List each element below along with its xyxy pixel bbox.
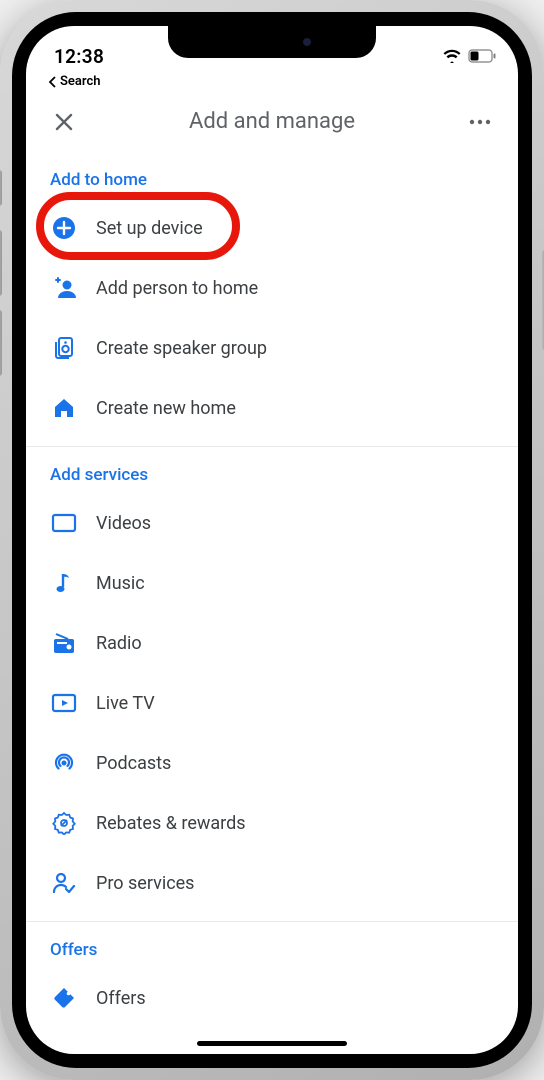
back-search-label: Search: [60, 74, 101, 89]
music-note-icon: [50, 569, 78, 597]
close-icon: [54, 112, 74, 132]
home-icon: [50, 394, 78, 422]
battery-icon: [468, 47, 496, 68]
menu-set-up-device[interactable]: Set up device: [26, 198, 518, 258]
menu-label: Music: [96, 573, 145, 594]
speaker-group-icon: [50, 334, 78, 362]
back-caret-icon: [48, 76, 58, 88]
menu-label: Rebates & rewards: [96, 813, 246, 834]
phone-frame: 12:38 Search Add and manage: [0, 0, 544, 1080]
status-icons: [442, 47, 496, 68]
video-icon: [50, 509, 78, 537]
volume-up-button: [0, 230, 2, 296]
back-to-search[interactable]: Search: [26, 70, 518, 95]
menu-add-person[interactable]: Add person to home: [26, 258, 518, 318]
menu-radio[interactable]: Radio: [26, 613, 518, 673]
menu-rebates[interactable]: Rebates & rewards: [26, 793, 518, 853]
silence-switch: [0, 170, 2, 206]
wifi-icon: [442, 47, 462, 68]
volume-down-button: [0, 310, 2, 376]
menu-label: Set up device: [96, 218, 203, 239]
menu-pro-services[interactable]: Pro services: [26, 853, 518, 913]
menu-label: Pro services: [96, 873, 194, 894]
more-button[interactable]: [464, 119, 496, 125]
section-offers: Offers: [26, 922, 518, 968]
menu-label: Add person to home: [96, 278, 258, 299]
menu-label: Videos: [96, 513, 151, 534]
menu-label: Offers: [96, 988, 146, 1009]
more-horizontal-icon: [469, 119, 491, 125]
menu-live-tv[interactable]: Live TV: [26, 673, 518, 733]
home-indicator[interactable]: [197, 1041, 347, 1046]
menu-label: Radio: [96, 633, 142, 654]
menu-videos[interactable]: Videos: [26, 493, 518, 553]
menu-speaker-group[interactable]: Create speaker group: [26, 318, 518, 378]
notch: [168, 26, 376, 58]
plus-circle-icon: [50, 214, 78, 242]
person-add-icon: [50, 274, 78, 302]
content-scroll[interactable]: Add to home Set up device Add person to …: [26, 152, 518, 1054]
pro-services-icon: [50, 869, 78, 897]
menu-podcasts[interactable]: Podcasts: [26, 733, 518, 793]
live-tv-icon: [50, 689, 78, 717]
page-title: Add and manage: [80, 109, 464, 134]
menu-label: Create speaker group: [96, 338, 267, 359]
menu-label: Create new home: [96, 398, 236, 419]
close-button[interactable]: [48, 112, 80, 132]
menu-offers[interactable]: Offers: [26, 968, 518, 1028]
menu-label: Live TV: [96, 693, 155, 714]
status-time: 12:38: [54, 45, 104, 68]
section-add-to-home: Add to home: [26, 152, 518, 198]
tag-icon: [50, 984, 78, 1012]
section-add-services: Add services: [26, 447, 518, 493]
menu-label: Podcasts: [96, 753, 171, 774]
menu-music[interactable]: Music: [26, 553, 518, 613]
podcast-icon: [50, 749, 78, 777]
menu-create-home[interactable]: Create new home: [26, 378, 518, 438]
screen: 12:38 Search Add and manage: [26, 26, 518, 1054]
header: Add and manage: [26, 95, 518, 152]
rebates-icon: [50, 809, 78, 837]
radio-icon: [50, 629, 78, 657]
